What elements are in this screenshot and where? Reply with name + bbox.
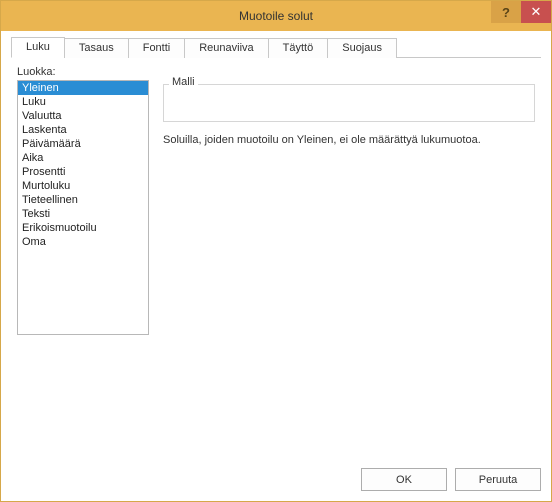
sample-label: Malli — [169, 76, 198, 88]
category-label: Luokka: — [17, 66, 535, 78]
list-item[interactable]: Murtoluku — [18, 179, 148, 193]
format-cells-dialog: Muotoile solut ? ✕ Luku Tasaus Fontti Re… — [0, 0, 552, 502]
ok-button[interactable]: OK — [361, 468, 447, 491]
dialog-content: Luku Tasaus Fontti Reunaviiva Täyttö Suo… — [1, 31, 551, 460]
titlebar: Muotoile solut ? ✕ — [1, 1, 551, 31]
tab-fill[interactable]: Täyttö — [268, 38, 329, 58]
tab-strip: Luku Tasaus Fontti Reunaviiva Täyttö Suo… — [11, 37, 541, 58]
list-item[interactable]: Aika — [18, 151, 148, 165]
window-title: Muotoile solut — [1, 9, 551, 23]
category-listbox[interactable]: Yleinen Luku Valuutta Laskenta Päivämäär… — [17, 80, 149, 335]
sample-box — [163, 84, 535, 122]
list-item[interactable]: Laskenta — [18, 123, 148, 137]
tab-body: Luokka: Yleinen Luku Valuutta Laskenta P… — [11, 58, 541, 450]
list-item[interactable]: Päivämäärä — [18, 137, 148, 151]
sample-fieldset: Malli — [163, 84, 535, 122]
titlebar-buttons: ? ✕ — [491, 1, 551, 23]
format-description: Soluilla, joiden muotoilu on Yleinen, ei… — [163, 134, 535, 146]
list-item[interactable]: Tieteellinen — [18, 193, 148, 207]
list-item[interactable]: Yleinen — [18, 81, 148, 95]
tab-border[interactable]: Reunaviiva — [184, 38, 268, 58]
tab-alignment[interactable]: Tasaus — [64, 38, 129, 58]
list-item[interactable]: Oma — [18, 235, 148, 249]
list-item[interactable]: Luku — [18, 95, 148, 109]
list-item[interactable]: Teksti — [18, 207, 148, 221]
list-item[interactable]: Erikoismuotoilu — [18, 221, 148, 235]
main-row: Yleinen Luku Valuutta Laskenta Päivämäär… — [17, 80, 535, 444]
tab-protection[interactable]: Suojaus — [327, 38, 397, 58]
dialog-footer: OK Peruuta — [1, 460, 551, 501]
help-button[interactable]: ? — [491, 1, 521, 23]
tab-number[interactable]: Luku — [11, 37, 65, 58]
list-item[interactable]: Valuutta — [18, 109, 148, 123]
cancel-button[interactable]: Peruuta — [455, 468, 541, 491]
tab-font[interactable]: Fontti — [128, 38, 186, 58]
close-button[interactable]: ✕ — [521, 1, 551, 23]
list-item[interactable]: Prosentti — [18, 165, 148, 179]
right-pane: Malli Soluilla, joiden muotoilu on Ylein… — [163, 80, 535, 444]
